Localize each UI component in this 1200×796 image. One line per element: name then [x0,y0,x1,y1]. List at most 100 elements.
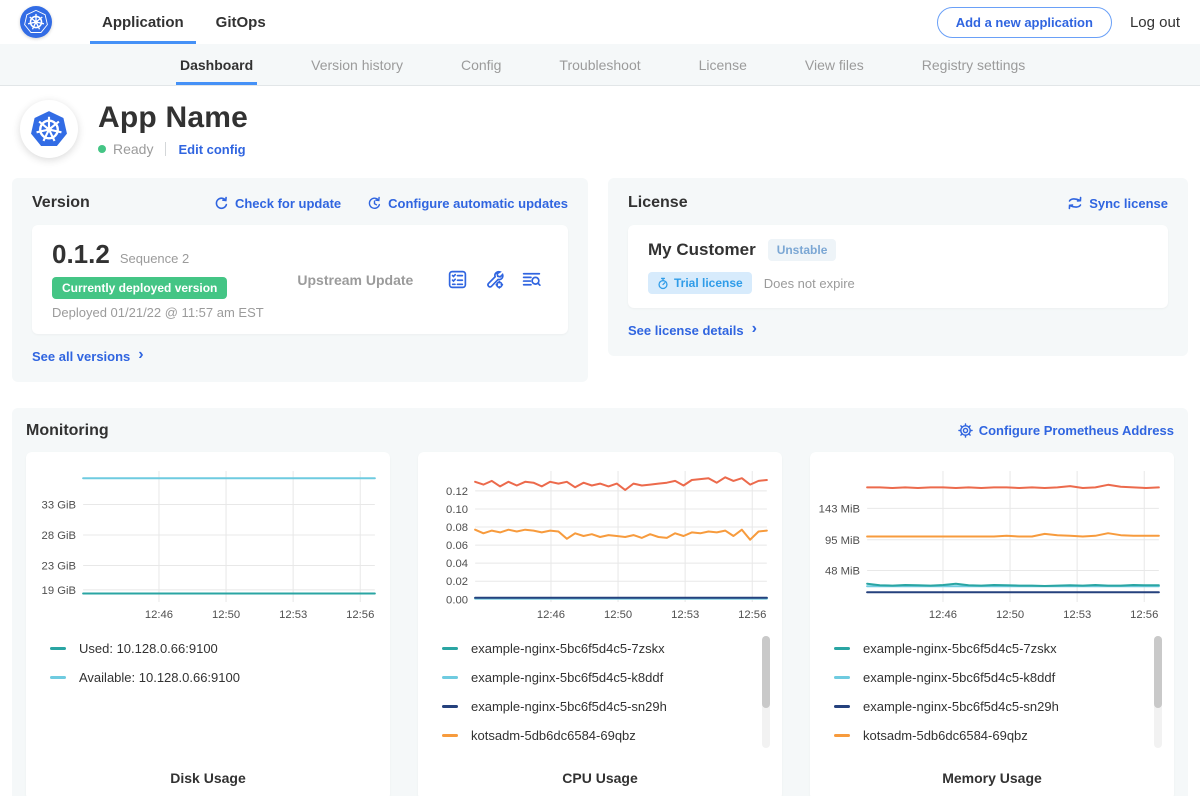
app-header: App Name Ready Edit config [0,86,1200,170]
sub-tab-view-files[interactable]: View files [801,44,868,85]
svg-text:0.00: 0.00 [446,594,468,606]
logout-button[interactable]: Log out [1130,14,1180,31]
sub-tab-version-history[interactable]: Version history [307,44,407,85]
svg-text:12:46: 12:46 [929,609,957,621]
sync-license-link[interactable]: Sync license [1067,196,1168,211]
configure-automatic-updates-link[interactable]: Configure automatic updates [367,196,568,211]
current-version-row: 0.1.2 Sequence 2 Currently deployed vers… [32,225,568,334]
legend-scrollbar[interactable] [762,636,770,748]
scrollbar-thumb[interactable] [1154,636,1162,708]
legend-item: kotsadm-5db6dc6584-69qbz [834,721,1156,750]
add-application-button[interactable]: Add a new application [937,7,1112,38]
svg-text:12:53: 12:53 [1063,609,1091,621]
license-type-badge: Trial license [648,272,752,294]
svg-text:12:50: 12:50 [996,609,1024,621]
sub-tab-registry-settings[interactable]: Registry settings [918,44,1029,85]
scrollbar-thumb[interactable] [762,636,770,708]
svg-text:23 GiB: 23 GiB [42,560,76,572]
svg-text:0.04: 0.04 [446,558,468,570]
svg-text:28 GiB: 28 GiB [42,530,76,542]
version-card-title: Version [32,194,90,212]
diff-checklist-icon[interactable] [447,269,468,290]
legend-color-dash [442,676,458,679]
disk-usage-legend: Used: 10.128.0.66:9100 Available: 10.128.… [34,634,382,692]
svg-text:0.12: 0.12 [446,485,468,497]
legend-item: example-nginx-5bc6f5d4c5-7zskx [834,634,1156,663]
svg-text:0.06: 0.06 [446,540,468,552]
app-sub-nav: Dashboard Version history Config Troublesho… [0,44,1200,86]
legend-label: example-nginx-5bc6f5d4c5-sn29h [863,699,1059,714]
sub-tab-troubleshoot[interactable]: Troubleshoot [555,44,644,85]
legend-label: example-nginx-5bc6f5d4c5-sn29h [471,699,667,714]
sync-arrows-icon [1067,196,1083,210]
configure-prometheus-link[interactable]: Configure Prometheus Address [958,423,1174,438]
svg-text:0.02: 0.02 [446,576,468,588]
memory-usage-legend: example-nginx-5bc6f5d4c5-7zskx example-ng… [818,634,1166,750]
auto-update-clock-icon [367,196,382,211]
divider [165,142,166,156]
svg-text:0.10: 0.10 [446,504,468,516]
memory-usage-chart: 12:46 12:50 12:53 12:56 143 MiB 95 MiB 48 MiB [818,464,1166,626]
svg-text:19 GiB: 19 GiB [42,584,76,596]
memory-usage-chart-card: 12:4612:5012:5312:56143 MiB95 MiB48 MiB … [810,452,1174,796]
legend-color-dash [50,647,66,650]
sub-tab-config[interactable]: Config [457,44,505,85]
cpu-usage-chart-card: 12:4612:5012:5312:560.120.100.080.060.04… [418,452,782,796]
legend-item: Used: 10.128.0.66:9100 [50,634,372,663]
svg-text:12:56: 12:56 [346,609,374,621]
legend-label: example-nginx-5bc6f5d4c5-k8ddf [471,670,663,685]
disk-usage-chart: 12:4612:5012:5312:5633 GiB28 GiB23 GiB19… [34,464,382,626]
edit-config-link[interactable]: Edit config [178,142,245,157]
sub-tab-dashboard[interactable]: Dashboard [176,44,257,85]
legend-item: example-nginx-5bc6f5d4c5-k8ddf [442,663,764,692]
check-for-update-link[interactable]: Check for update [214,196,341,211]
config-wrench-icon[interactable] [484,269,505,290]
chart-title: CPU Usage [426,770,774,790]
legend-item: example-nginx-5bc6f5d4c5-sn29h [834,692,1156,721]
legend-color-dash [442,647,458,650]
legend-label: example-nginx-5bc6f5d4c5-7zskx [863,641,1057,656]
legend-label: kotsadm-5db6dc6584-69qbz [471,728,636,743]
top-nav-tabs: ApplicationGitOps [86,0,282,44]
legend-label: example-nginx-5bc6f5d4c5-k8ddf [863,670,1055,685]
legend-label: kotsadm-5db6dc6584-69qbz [863,728,1028,743]
see-license-details-link[interactable]: See license details [628,321,757,339]
svg-text:12:53: 12:53 [671,609,699,621]
kubernetes-wheel-icon [29,109,69,150]
top-tab-gitops[interactable]: GitOps [200,0,282,44]
svg-text:12:53: 12:53 [279,609,307,621]
legend-scrollbar[interactable] [1154,636,1162,748]
update-type-label: Upstream Update [264,272,447,288]
legend-color-dash [442,705,458,708]
legend-color-dash [834,705,850,708]
view-logs-icon[interactable] [521,269,542,290]
version-number: 0.1.2 [52,239,110,270]
sequence-label: Sequence 2 [120,251,189,266]
svg-text:143 MiB: 143 MiB [819,503,860,515]
sub-tab-license[interactable]: License [695,44,751,85]
refresh-icon [214,196,229,211]
legend-item: example-nginx-5bc6f5d4c5-7zskx [442,634,764,663]
monitoring-title: Monitoring [26,422,109,440]
app-icon [20,100,78,158]
kubernetes-logo [20,6,52,38]
legend-label: Used: 10.128.0.66:9100 [79,641,218,656]
cpu-usage-chart: 12:4612:5012:5312:560.120.100.080.060.04… [426,464,774,626]
deployed-timestamp: Deployed 01/21/22 @ 11:57 am EST [52,305,264,320]
legend-color-dash [442,734,458,737]
page-title: App Name [98,101,248,135]
svg-text:0.08: 0.08 [446,522,468,534]
svg-text:95 MiB: 95 MiB [825,534,860,546]
top-tab-application[interactable]: Application [86,0,200,44]
svg-text:12:56: 12:56 [1130,609,1158,621]
legend-item: Available: 10.128.0.66:9100 [50,663,372,692]
kubernetes-wheel-icon [23,9,49,35]
disk-usage-chart-card: 12:4612:5012:5312:5633 GiB28 GiB23 GiB19… [26,452,390,796]
legend-item: example-nginx-5bc6f5d4c5-k8ddf [834,663,1156,692]
chart-title: Memory Usage [818,770,1166,790]
svg-text:12:46: 12:46 [537,609,565,621]
version-card: Version Check for update [12,178,588,382]
see-all-versions-link[interactable]: See all versions [32,347,144,365]
legend-item: kotsadm-5db6dc6584-69qbz [442,721,764,750]
svg-text:48 MiB: 48 MiB [825,565,860,577]
